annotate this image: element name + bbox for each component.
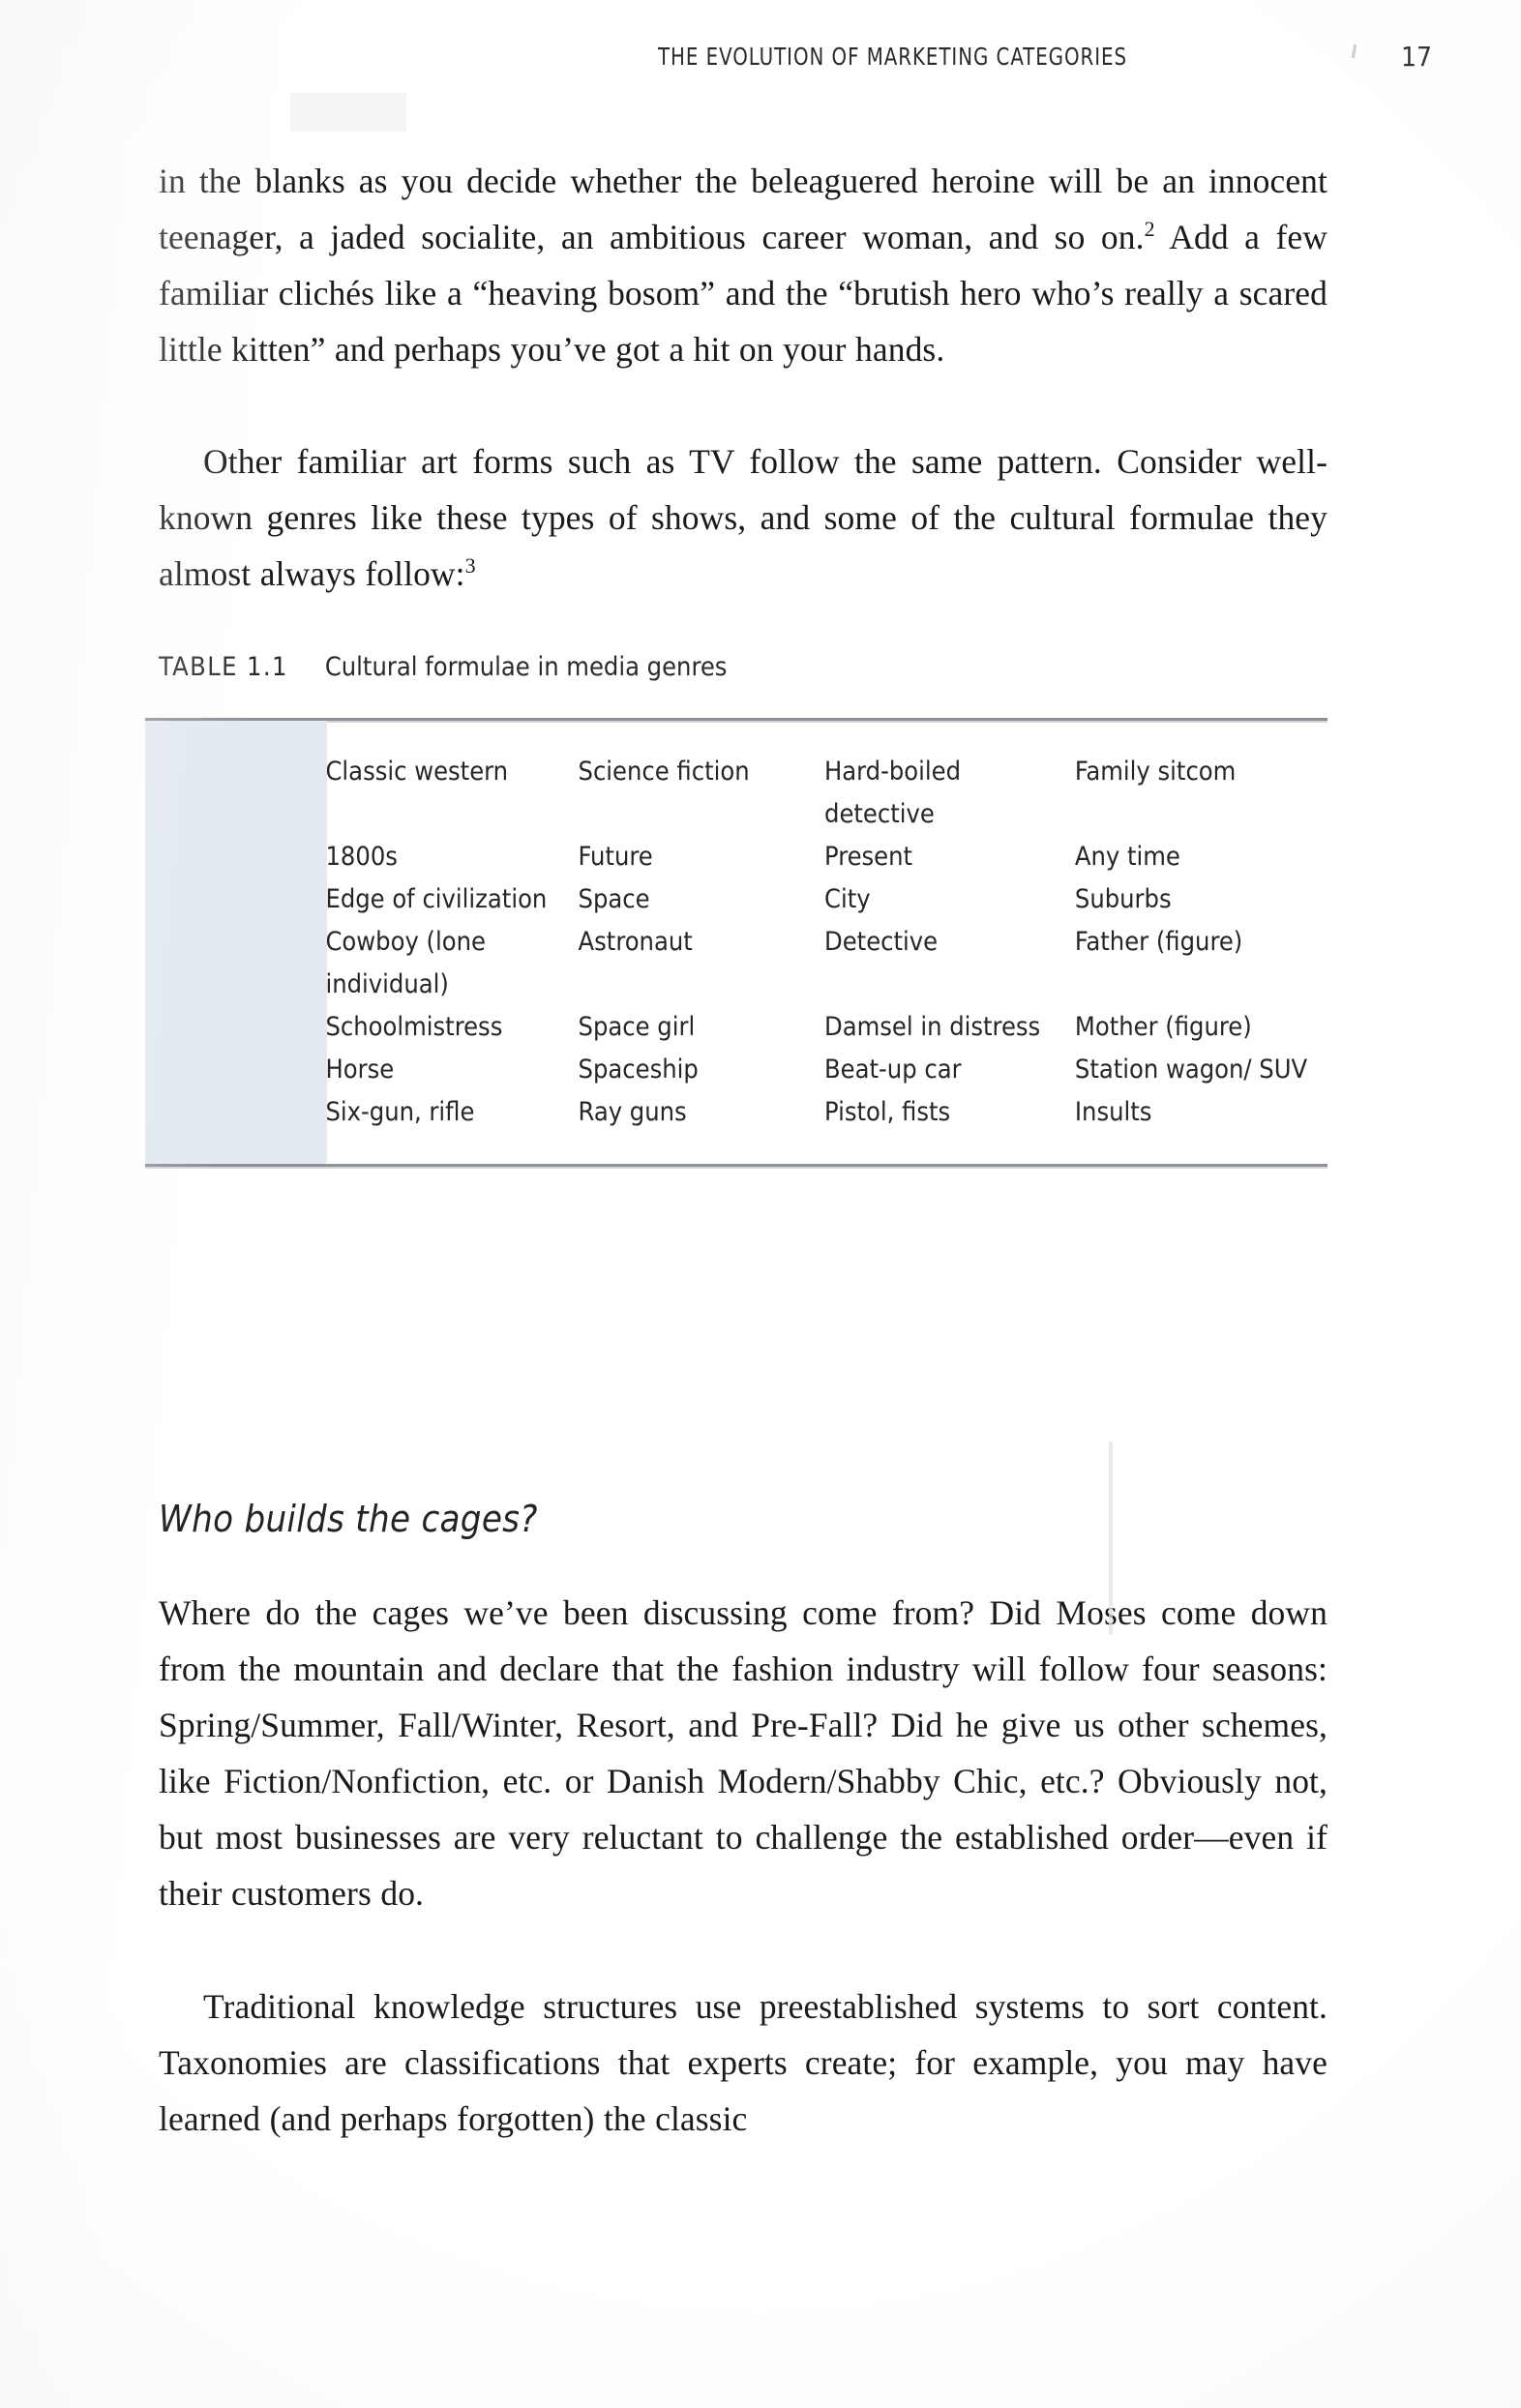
table-cell: Father (figure) [1074, 927, 1243, 957]
table-cell: Mother (figure) [1074, 1012, 1252, 1042]
book-page: THE EVOLUTION OF MARKETING CATEGORIES 17… [0, 0, 1521, 2408]
table-caption-title: Cultural formulae in media genres [324, 652, 728, 682]
paragraph-two-text: Other familiar art forms such as TV foll… [159, 442, 1327, 593]
table-cell: Space [578, 884, 650, 914]
paragraph-four: Traditional knowledge structures use pre… [159, 1987, 1327, 2138]
scan-artifact-smudge [290, 93, 406, 132]
table-rowhead-tint [145, 721, 327, 1163]
scan-artifact-mark [1351, 44, 1357, 59]
table-cell: Insults [1074, 1097, 1152, 1127]
paragraph-one-text-a: in the blanks as you decide whether the … [159, 162, 1327, 256]
footnote-ref-3: 3 [464, 553, 476, 579]
table-cell: Detective [824, 927, 939, 957]
paragraph-one-wrap: in the blanks as you decide whether the … [159, 153, 1327, 377]
table-bottom-rule [145, 1164, 1327, 1169]
paragraph-one: in the blanks as you decide whether the … [159, 153, 1327, 377]
page-number: 17 [1401, 41, 1433, 73]
table-cell: Damsel in distress [824, 1012, 1041, 1042]
paragraph-two-wrap: Other familiar art forms such as TV foll… [159, 433, 1327, 602]
paragraph-three-wrap: Where do the cages we’ve been discussing… [159, 1585, 1327, 1921]
table-cell: Present [824, 842, 913, 872]
table-cell: Cowboy (lone individual) [325, 927, 486, 999]
table-cell: Ray guns [578, 1097, 687, 1127]
footnote-ref-2: 2 [1144, 217, 1155, 242]
table-cell: Astronaut [578, 927, 693, 957]
table-header-cell-4: Family sitcom [1074, 757, 1237, 787]
table-cell: Six-gun, rifle [325, 1097, 475, 1127]
paragraph-four-wrap: Traditional knowledge structures use pre… [159, 1978, 1327, 2147]
table-cell: Pistol, fists [824, 1097, 951, 1127]
table-header-cell-3: Hard-boiled detective [824, 757, 962, 829]
paragraph-three: Where do the cages we’ve been discussing… [159, 1593, 1327, 1913]
table-cell: City [824, 884, 871, 914]
table-caption: TABLE 1.1 Cultural formulae in media genr… [159, 652, 727, 682]
table-cell: Any time [1074, 842, 1180, 872]
section-heading: Who builds the cages? [159, 1498, 538, 1540]
table-cell: Horse [325, 1055, 395, 1085]
table-cell: Beat-up car [824, 1055, 962, 1085]
running-head-title: THE EVOLUTION OF MARKETING CATEGORIES [658, 43, 1128, 71]
table-cell: Spaceship [578, 1055, 699, 1085]
running-head: THE EVOLUTION OF MARKETING CATEGORIES 17 [0, 41, 1521, 75]
table-cell: Schoolmistress [325, 1012, 503, 1042]
cultural-formulae-table: Genre Classic western Science fiction Ha… [145, 718, 1327, 1169]
table-cell: Suburbs [1074, 884, 1172, 914]
paragraph-two: Other familiar art forms such as TV foll… [159, 433, 1327, 602]
table-header-cell-2: Science fiction [578, 757, 750, 787]
table-caption-label: TABLE 1.1 [159, 652, 288, 682]
table-cell: 1800s [325, 842, 398, 872]
table-cell: Space girl [578, 1012, 696, 1042]
table-cell: Edge of civilization [325, 884, 548, 914]
table-cell: Station wagon/ SUV [1074, 1055, 1308, 1085]
table-header-cell-1: Classic western [325, 757, 509, 787]
table-cell: Future [578, 842, 653, 872]
